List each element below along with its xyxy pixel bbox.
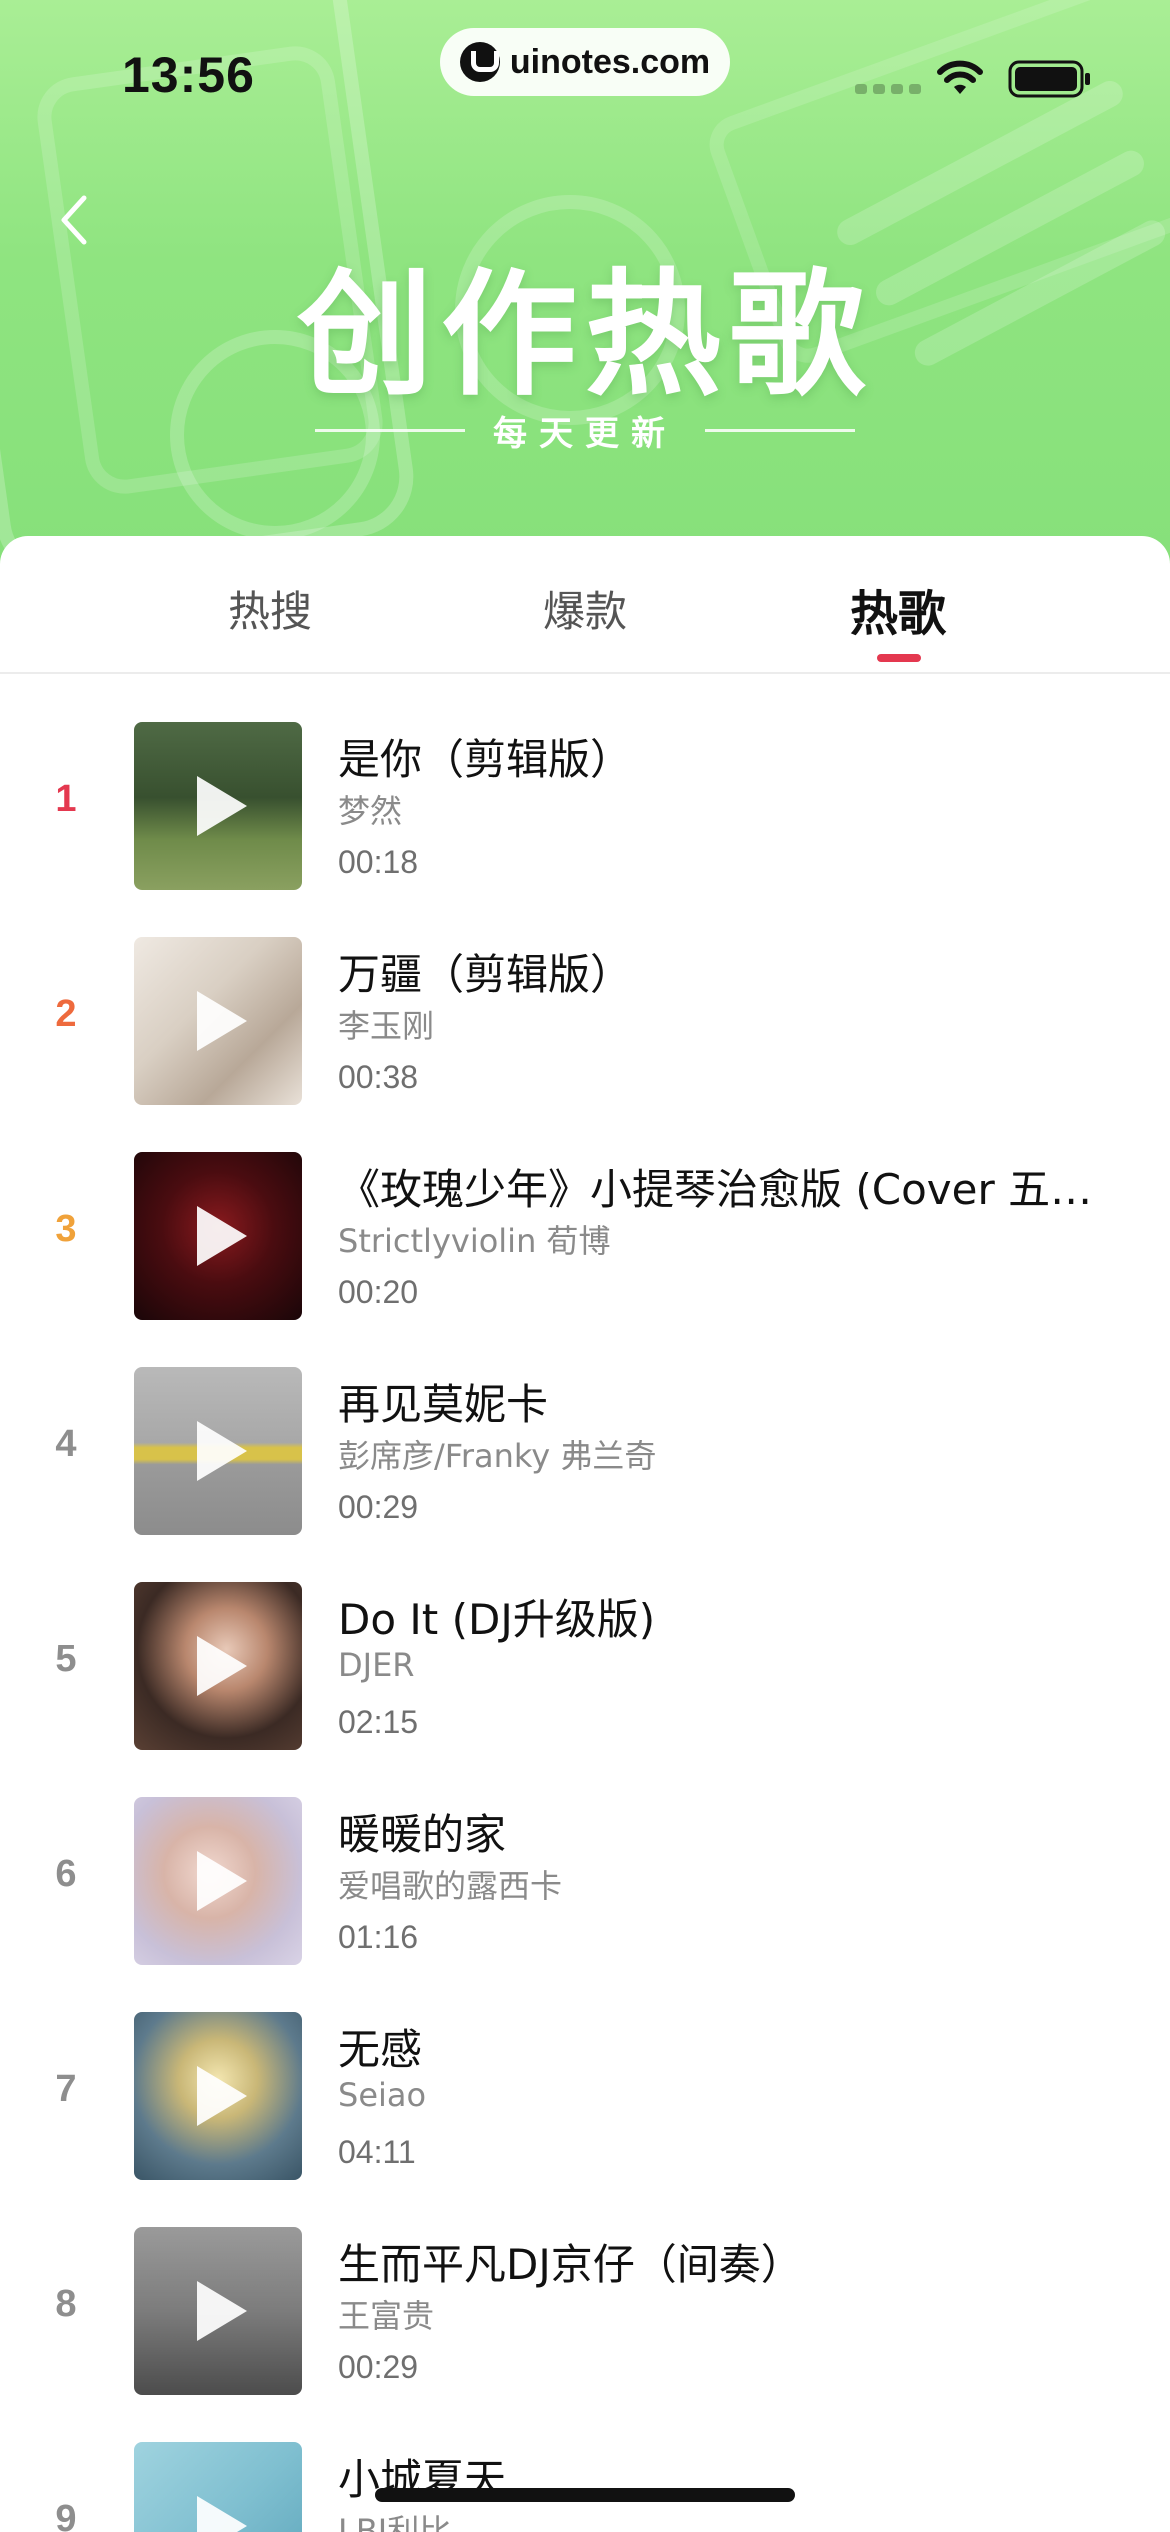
tab-hot-search[interactable]: 热搜 <box>170 578 370 639</box>
play-icon <box>197 776 247 836</box>
song-row[interactable]: 4 再见莫妮卡 彭席彦/Franky 弗兰奇 00:29 <box>0 1367 1170 1537</box>
song-duration: 00:29 <box>338 1489 419 1525</box>
wifi-icon <box>937 60 983 94</box>
banner-subtitle-row: 每天更新 <box>0 405 1170 455</box>
site-logo-icon <box>459 42 500 82</box>
song-row[interactable]: 7 无感 Seiao 04:11 <box>0 2012 1170 2182</box>
song-duration: 00:18 <box>338 844 419 880</box>
rank-number: 1 <box>55 778 77 820</box>
play-icon <box>197 1636 247 1696</box>
song-row[interactable]: 3 《玫瑰少年》小提琴治愈版 (Cover 五… Strictlyviolin … <box>0 1152 1170 1322</box>
play-icon <box>197 1421 247 1481</box>
song-artist: LBI利比 <box>338 2512 452 2532</box>
song-artist: 彭席彦/Franky 弗兰奇 <box>338 1437 657 1475</box>
divider <box>315 428 465 432</box>
song-artist: 李玉刚 <box>338 1007 435 1045</box>
play-icon <box>197 1851 247 1911</box>
song-duration: 04:11 <box>338 2134 416 2170</box>
rank-number: 3 <box>55 1208 77 1250</box>
play-icon <box>197 2066 247 2126</box>
tab-bar: 热搜 爆款 热歌 <box>0 536 1170 674</box>
banner-subtitle: 每天更新 <box>493 413 677 454</box>
rank-number: 5 <box>55 1638 77 1680</box>
album-cover[interactable] <box>134 2442 302 2532</box>
song-artist: DJER <box>338 1646 415 1684</box>
song-row[interactable]: 2 万疆（剪辑版） 李玉刚 00:38 <box>0 937 1170 1107</box>
album-cover[interactable] <box>134 2012 302 2180</box>
song-row[interactable]: 5 Do It (DJ升级版) DJER 02:15 <box>0 1582 1170 1752</box>
song-row[interactable]: 1 是你（剪辑版） 梦然 00:18 <box>0 722 1170 892</box>
rank-number: 4 <box>55 1423 77 1465</box>
song-title: 无感 <box>338 2025 423 2074</box>
rank-number: 9 <box>55 2498 77 2532</box>
album-cover[interactable] <box>134 1582 302 1750</box>
header-banner: 13:56 uinotes.com 创作热歌 每天更新 <box>0 0 1170 580</box>
rank-number: 8 <box>55 2283 77 2325</box>
album-cover[interactable] <box>134 1152 302 1320</box>
status-time: 13:56 <box>122 47 255 103</box>
play-icon <box>197 1206 247 1266</box>
album-cover[interactable] <box>134 937 302 1105</box>
song-artist: 梦然 <box>338 792 403 830</box>
play-icon <box>197 991 247 1051</box>
cellular-signal-icon <box>855 84 921 94</box>
song-artist: Strictlyviolin 荀博 <box>338 1222 611 1260</box>
song-artist: Seiao <box>338 2076 427 2114</box>
home-indicator[interactable] <box>375 2488 795 2502</box>
album-cover[interactable] <box>134 722 302 890</box>
tab-viral[interactable]: 爆款 <box>485 578 685 639</box>
play-icon <box>197 2281 247 2341</box>
play-icon <box>197 2496 247 2532</box>
song-title: 再见莫妮卡 <box>338 1380 549 1429</box>
song-title: 生而平凡DJ京仔（间奏） <box>338 2240 803 2289</box>
rank-number: 7 <box>55 2068 77 2110</box>
album-cover[interactable] <box>134 1367 302 1535</box>
divider <box>705 428 855 432</box>
song-duration: 00:29 <box>338 2349 419 2385</box>
rank-number: 2 <box>55 993 77 1035</box>
song-title: Do It (DJ升级版) <box>338 1595 656 1644</box>
tab-hot-songs[interactable]: 热歌 <box>798 574 998 644</box>
song-title: 是你（剪辑版） <box>338 735 633 784</box>
song-artist: 王富贵 <box>338 2297 435 2335</box>
song-title: 万疆（剪辑版） <box>338 950 633 999</box>
rank-number: 6 <box>55 1853 77 1895</box>
banner-title: 创作热歌 <box>297 257 873 415</box>
song-row[interactable]: 9 小城夏天 LBI利比 <box>0 2442 1170 2532</box>
song-artist: 爱唱歌的露西卡 <box>338 1867 563 1905</box>
song-title: 《玫瑰少年》小提琴治愈版 (Cover 五… <box>338 1165 1093 1214</box>
song-duration: 02:15 <box>338 1704 419 1740</box>
song-row[interactable]: 6 暖暖的家 爱唱歌的露西卡 01:16 <box>0 1797 1170 1967</box>
content-panel: 热搜 爆款 热歌 1 是你（剪辑版） 梦然 00:18 2 万疆（剪辑版） 李玉… <box>0 536 1170 2532</box>
battery-icon <box>1008 60 1090 98</box>
album-cover[interactable] <box>134 1797 302 1965</box>
active-tab-indicator <box>877 654 921 662</box>
song-duration: 00:20 <box>338 1274 419 1310</box>
song-title: 暖暖的家 <box>338 1810 507 1859</box>
url-text: uinotes.com <box>509 42 711 81</box>
song-duration: 01:16 <box>338 1919 419 1955</box>
album-cover[interactable] <box>134 2227 302 2395</box>
url-pill[interactable]: uinotes.com <box>440 28 730 96</box>
song-row[interactable]: 8 生而平凡DJ京仔（间奏） 王富贵 00:29 <box>0 2227 1170 2397</box>
song-duration: 00:38 <box>338 1059 419 1095</box>
